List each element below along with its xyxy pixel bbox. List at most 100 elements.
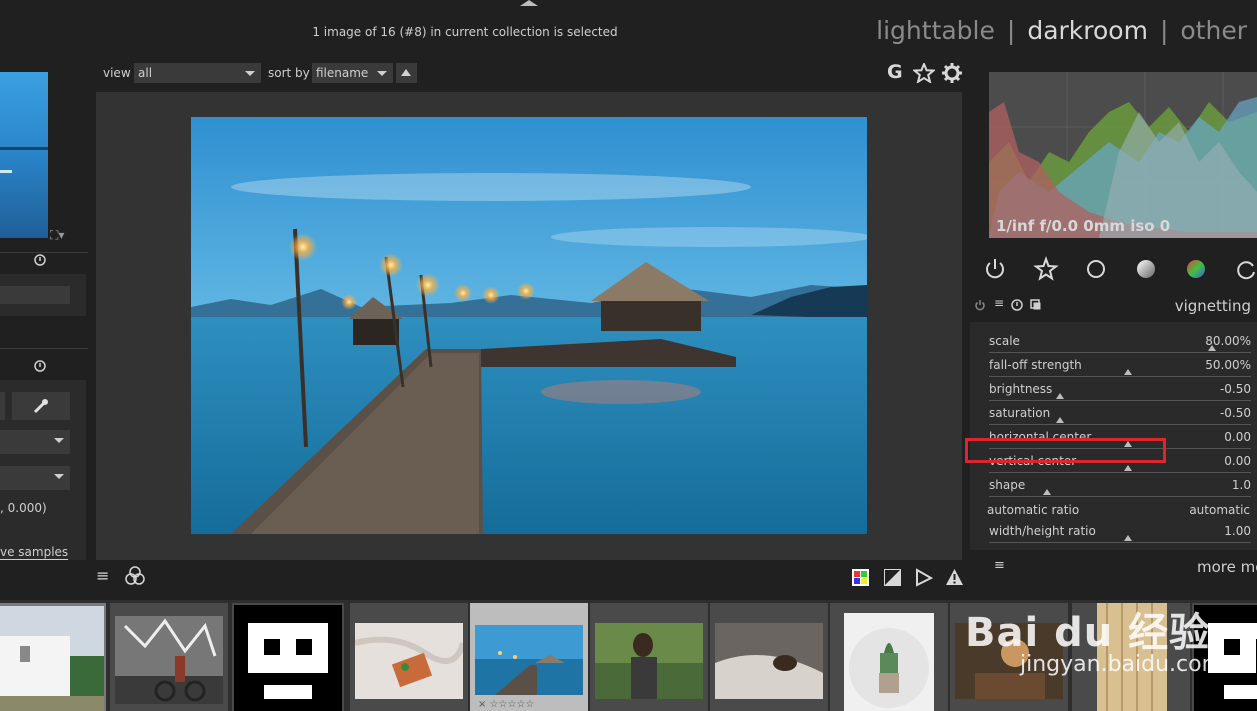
gear-icon[interactable] — [942, 63, 962, 83]
star-icon[interactable] — [1033, 256, 1059, 282]
live-samples-link[interactable]: ve samples — [0, 545, 69, 560]
slider-scale[interactable]: scale 80.00% — [989, 334, 1257, 358]
retouch-icon[interactable] — [1233, 256, 1257, 282]
filmstrip-thumbnail[interactable] — [710, 603, 828, 711]
bottom-toolbar — [88, 562, 968, 592]
color-picker-circles-icon[interactable] — [124, 565, 146, 587]
filmstrip-thumbnail[interactable] — [350, 603, 468, 711]
navigation-thumbnail[interactable] — [0, 72, 48, 238]
slider-label: shape — [989, 478, 1026, 492]
picker-mode-combo[interactable] — [0, 430, 70, 454]
circle-icon[interactable] — [1083, 256, 1109, 282]
slider-marker[interactable] — [1042, 489, 1051, 495]
exposure-icon[interactable] — [884, 569, 901, 586]
color-picker-module: , 0.000) ve samples — [0, 380, 86, 560]
reset-icon[interactable] — [34, 254, 46, 266]
power-icon[interactable] — [974, 299, 986, 311]
color-circle-icon[interactable] — [1183, 256, 1209, 282]
eyedropper-button[interactable] — [12, 392, 70, 420]
slider-width-height-ratio[interactable]: width/height ratio 1.00 — [989, 524, 1257, 548]
view-label: view — [103, 66, 131, 80]
view-lighttable[interactable]: lighttable — [876, 16, 995, 45]
module-title: vignetting — [1174, 297, 1251, 315]
instances-icon[interactable] — [1030, 299, 1042, 311]
slider-track — [989, 542, 1251, 543]
more-modules-button[interactable]: more mo — [1197, 558, 1257, 576]
slider-label: fall-off strength — [989, 358, 1082, 372]
slider-track — [989, 496, 1251, 497]
divider — [0, 252, 88, 253]
slider-shape[interactable]: shape 1.0 — [989, 478, 1257, 502]
sort-label: sort by — [268, 66, 310, 80]
focus-peaking-icon[interactable] — [915, 568, 933, 587]
picker-button[interactable] — [0, 392, 5, 420]
warning-icon[interactable] — [945, 568, 964, 586]
module-fade — [970, 550, 1257, 554]
reset-icon[interactable] — [34, 360, 46, 372]
slider-track — [989, 352, 1251, 353]
presets-icon[interactable]: ≡ — [994, 296, 1004, 310]
menu-icon[interactable]: ≡ — [96, 566, 109, 585]
slider-label: brightness — [989, 382, 1053, 396]
slider-marker[interactable] — [1123, 465, 1132, 471]
main-image[interactable] — [191, 117, 867, 534]
view-other[interactable]: other — [1180, 16, 1247, 45]
slider-value: 50.00% — [1205, 358, 1251, 372]
view-switcher: lighttable | darkroom | other — [876, 16, 1247, 45]
slider-track — [989, 424, 1251, 425]
slider-value: 0.00 — [1224, 430, 1251, 444]
slider-marker[interactable] — [1055, 417, 1064, 423]
watermark-url: jingyan.baidu.com — [1020, 652, 1224, 677]
divider — [0, 348, 88, 349]
sort-direction-button[interactable] — [396, 63, 417, 83]
picker-coordinates: , 0.000) — [0, 501, 47, 515]
slider-brightness[interactable]: brightness -0.50 — [989, 382, 1257, 406]
exif-caption: 1/inf f/0.0 0mm iso 0 — [996, 217, 1171, 235]
navigation-zoom-icon[interactable]: ⛶▾ — [50, 228, 64, 243]
filmstrip-thumbnail[interactable] — [830, 603, 948, 711]
thumbnail-rating[interactable]: × ☆☆☆☆☆ — [478, 699, 534, 710]
selection-status: 1 image of 16 (#8) in current collection… — [312, 25, 618, 39]
slider-value: -0.50 — [1219, 406, 1251, 420]
view-filter-combo[interactable]: all — [134, 63, 261, 83]
auto-ratio-label: automatic ratio — [987, 503, 1080, 517]
picker-colorspace-combo[interactable] — [0, 466, 70, 490]
grouping-G-icon[interactable]: G — [887, 61, 903, 83]
filmstrip-thumbnail[interactable] — [0, 603, 106, 711]
filmstrip-thumbnail-selected[interactable]: × ☆☆☆☆☆ — [470, 603, 588, 711]
slider-label: scale — [989, 334, 1020, 348]
slider-track — [989, 400, 1251, 401]
shaded-circle-icon[interactable] — [1133, 256, 1159, 282]
triangle-up-icon — [401, 69, 411, 76]
histogram[interactable] — [989, 72, 1257, 238]
reset-icon[interactable] — [1011, 299, 1023, 311]
slider-value: 1.0 — [1231, 478, 1251, 492]
more-modules-menu-icon[interactable]: ≡ — [994, 558, 1005, 573]
view-separator: | — [1159, 16, 1169, 45]
slider-marker[interactable] — [1123, 535, 1132, 541]
view-darkroom[interactable]: darkroom — [1027, 16, 1148, 45]
slider-track — [989, 472, 1251, 473]
power-icon[interactable] — [982, 256, 1008, 282]
left-module-entry[interactable] — [0, 286, 70, 304]
auto-ratio-combo[interactable]: automatic — [1189, 503, 1250, 517]
slider-fall-off-strength[interactable]: fall-off strength 50.00% — [989, 358, 1257, 382]
slider-marker[interactable] — [1123, 369, 1132, 375]
star-overlay-icon[interactable] — [913, 63, 935, 83]
slider-saturation[interactable]: saturation -0.50 — [989, 406, 1257, 430]
filmstrip-thumbnail[interactable] — [590, 603, 708, 711]
slider-track — [989, 376, 1251, 377]
slider-value: -0.50 — [1219, 382, 1251, 396]
filmstrip-thumbnail[interactable] — [110, 603, 228, 711]
top-panel-collapse-icon[interactable] — [520, 0, 538, 6]
filmstrip-thumbnail[interactable] — [232, 603, 344, 711]
annotation-highlight-box — [965, 438, 1166, 463]
left-module-box — [0, 274, 86, 316]
slider-marker[interactable] — [1207, 345, 1216, 351]
color-grid-icon[interactable] — [852, 569, 869, 586]
missing-image-icon — [234, 605, 342, 711]
slider-marker[interactable] — [1055, 393, 1064, 399]
slider-value: 0.00 — [1224, 454, 1251, 468]
sort-combo[interactable]: filename — [312, 63, 393, 83]
eyedropper-icon — [33, 399, 48, 414]
